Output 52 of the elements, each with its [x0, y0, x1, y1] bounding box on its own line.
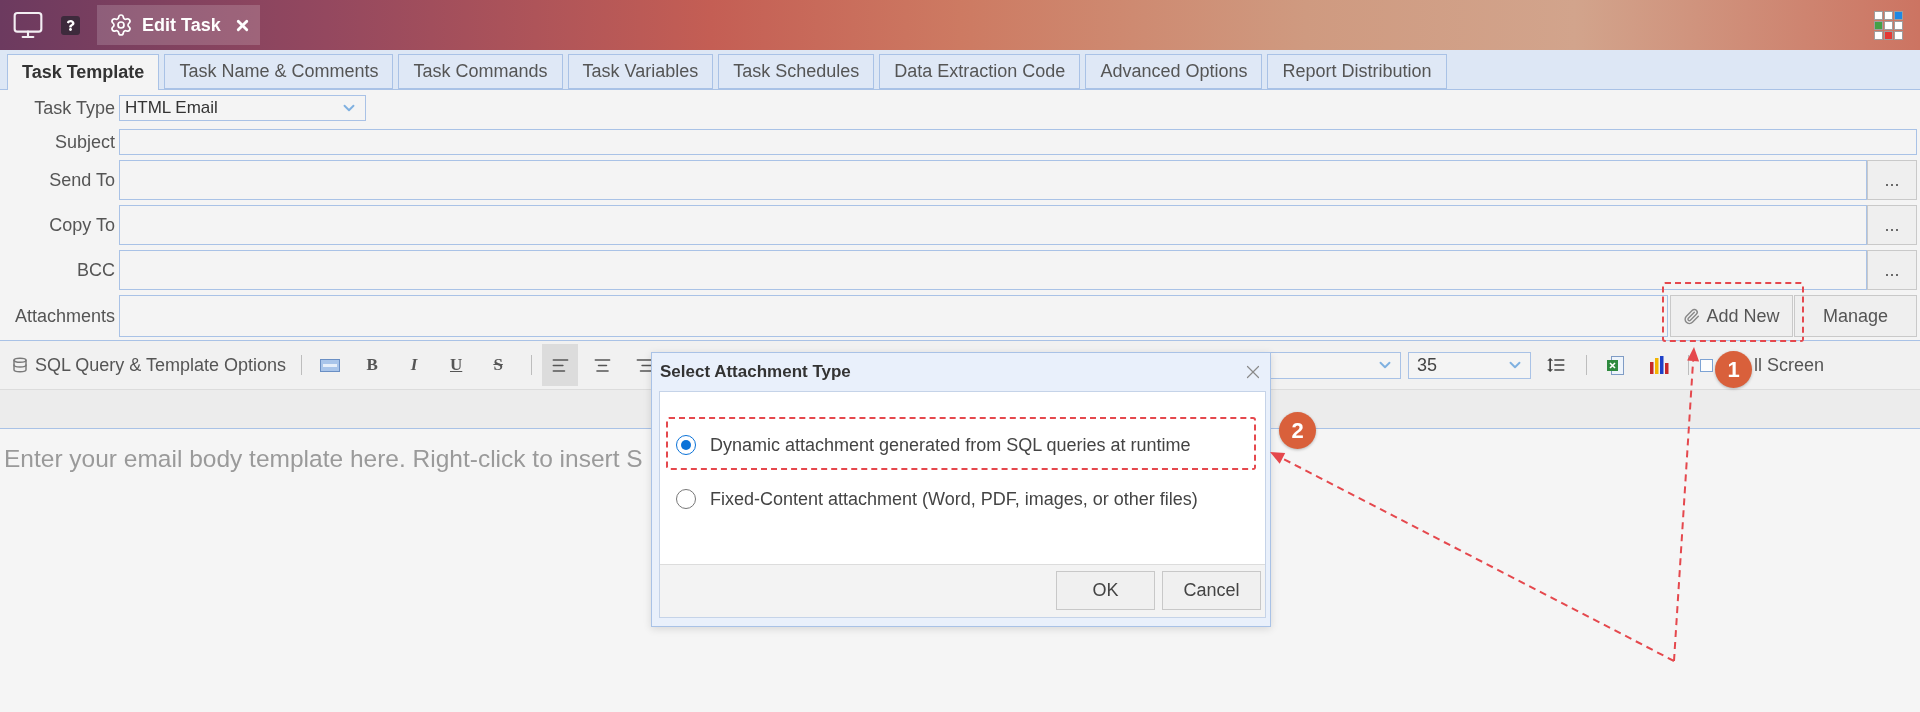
text-field[interactable]: [119, 129, 1917, 155]
text-field[interactable]: [119, 250, 1867, 290]
browse-button[interactable]: ...: [1867, 205, 1917, 245]
settings-icon: [109, 13, 133, 37]
edit-task-tab[interactable]: Edit Task: [97, 5, 260, 45]
html-icon: [320, 358, 341, 372]
manage-button[interactable]: Manage: [1794, 295, 1917, 337]
browse-button[interactable]: ...: [1867, 160, 1917, 200]
field-label: BCC: [77, 259, 116, 281]
line-spacing-icon[interactable]: [1545, 355, 1566, 375]
task-type-select[interactable]: HTML Email: [119, 95, 366, 121]
option-label[interactable]: Fixed-Content attachment (Word, PDF, images, or other files): [710, 488, 1198, 510]
option-label[interactable]: Dynamic attachment generated from SQL queries at runtime: [710, 434, 1191, 456]
tab[interactable]: Task Variables: [567, 54, 714, 89]
field-label: Copy To: [49, 214, 116, 236]
checkbox-label[interactable]: ll Screen: [1753, 354, 1824, 376]
text-field[interactable]: [119, 205, 1867, 245]
tab[interactable]: Data Extraction Code: [879, 54, 1081, 89]
text-field[interactable]: [119, 160, 1867, 200]
tab[interactable]: Report Distribution: [1267, 54, 1447, 89]
paperclip-icon: [1683, 307, 1701, 325]
underline-button[interactable]: U: [438, 344, 475, 386]
tab[interactable]: Task Template: [7, 54, 160, 90]
strikethrough-button[interactable]: S: [480, 344, 517, 386]
field-label: Task Type: [34, 97, 116, 119]
database-icon: [12, 357, 28, 373]
dialog-title: Select Attachment Type: [660, 362, 851, 382]
radio-button[interactable]: [676, 435, 696, 455]
tab[interactable]: Task Commands: [398, 54, 563, 89]
tab[interactable]: Task Name & Comments: [164, 54, 394, 89]
dialog-button[interactable]: OK: [1056, 571, 1155, 610]
dialog-button[interactable]: Cancel: [1162, 571, 1261, 610]
tab[interactable]: Advanced Options: [1085, 54, 1263, 89]
bar-chart-icon[interactable]: [1649, 356, 1669, 374]
browse-button[interactable]: ...: [1867, 250, 1917, 290]
field-label: Subject: [54, 131, 116, 153]
monitor-icon[interactable]: [12, 9, 44, 41]
font-size-select[interactable]: 35: [1407, 351, 1531, 379]
sql-options-button[interactable]: SQL Query & Template Options: [12, 354, 287, 376]
radio-button[interactable]: [676, 489, 696, 509]
field-label: Send To: [49, 169, 116, 191]
help-icon[interactable]: [61, 15, 80, 35]
text-field[interactable]: [119, 295, 1668, 337]
italic-button[interactable]: I: [396, 344, 433, 386]
add-new-button[interactable]: Add New: [1670, 295, 1793, 337]
tab[interactable]: Task Schedules: [718, 54, 875, 89]
cubes-logo-icon: [1874, 10, 1903, 40]
checkbox[interactable]: [1699, 358, 1713, 372]
spreadsheet-icon[interactable]: [1606, 355, 1624, 375]
bold-button[interactable]: B: [354, 344, 391, 386]
field-label: Attachments: [14, 305, 116, 327]
align-button[interactable]: [542, 344, 579, 386]
